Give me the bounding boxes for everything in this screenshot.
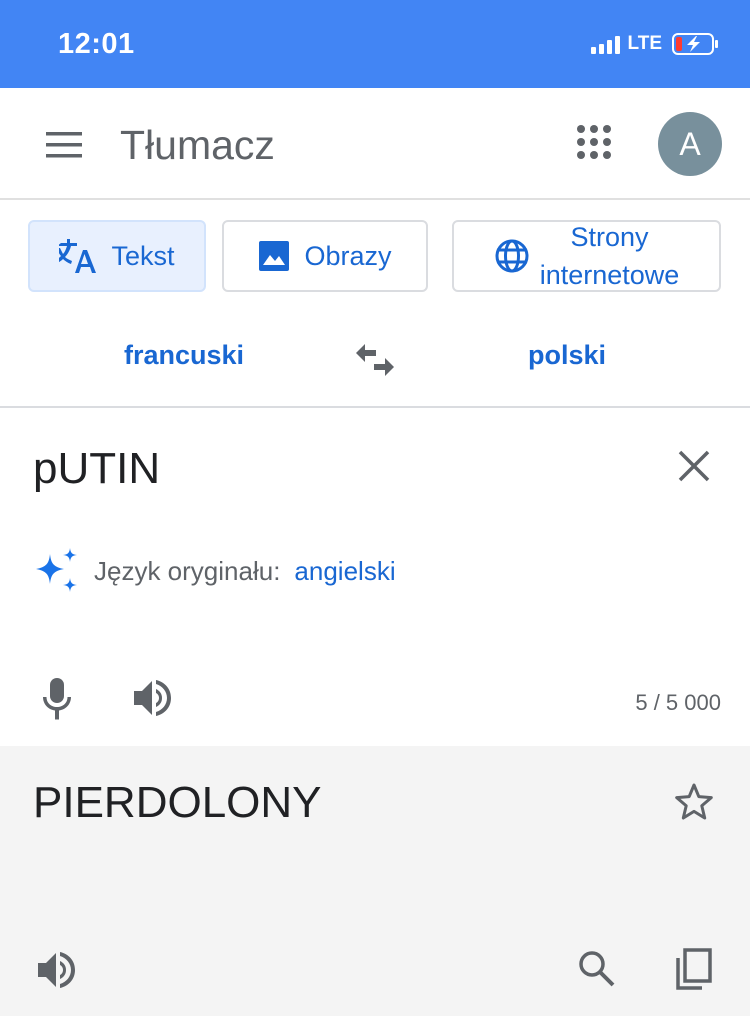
tab-text[interactable]: Tekst	[28, 220, 206, 292]
swap-languages-icon[interactable]	[356, 342, 394, 378]
globe-icon	[495, 239, 529, 273]
detected-language: Język oryginału: angielski	[32, 548, 396, 594]
target-language-button[interactable]: polski	[528, 340, 606, 371]
close-icon[interactable]	[676, 448, 712, 484]
source-panel: pUTIN Język oryginału: angielski 5 / 5 0…	[0, 410, 750, 746]
speaker-icon[interactable]	[36, 950, 76, 990]
network-type: LTE	[627, 33, 662, 54]
sparkle-icon	[36, 548, 77, 592]
app-title: Tłumacz	[120, 122, 275, 168]
status-time: 12:01	[58, 28, 135, 60]
tab-text-label: Tekst	[111, 240, 175, 271]
battery-icon	[672, 33, 718, 55]
status-indicators: LTE	[590, 32, 720, 56]
translation-text: PIERDOLONY	[33, 778, 322, 827]
tab-websites-label: Strony internetowe	[539, 222, 680, 290]
apps-grid-icon[interactable]	[576, 124, 612, 160]
detected-language-link[interactable]: angielski	[294, 556, 395, 587]
app-bar: Tłumacz A	[0, 88, 750, 200]
star-icon[interactable]	[674, 782, 714, 822]
status-bar: 12:01 LTE	[0, 0, 750, 88]
translate-icon	[59, 239, 97, 273]
tab-images-label: Obrazy	[304, 240, 392, 271]
tab-images[interactable]: Obrazy	[222, 220, 428, 292]
language-selector: francuski polski	[0, 318, 750, 408]
translation-panel: PIERDOLONY	[0, 746, 750, 1016]
source-text-input[interactable]: pUTIN	[33, 444, 160, 494]
speaker-icon[interactable]	[132, 678, 172, 718]
copy-icon[interactable]	[674, 948, 712, 990]
detected-language-label: Język oryginału:	[94, 555, 281, 586]
mode-tabs: Tekst Obrazy Strony internetowe	[0, 220, 750, 292]
search-icon[interactable]	[578, 950, 616, 988]
avatar[interactable]: A	[658, 112, 722, 176]
image-icon	[259, 241, 290, 271]
tab-websites[interactable]: Strony internetowe	[452, 220, 721, 292]
signal-icon	[590, 34, 620, 54]
character-count: 5 / 5 000	[635, 690, 721, 715]
microphone-icon[interactable]	[40, 678, 74, 720]
menu-icon[interactable]	[44, 130, 84, 160]
source-language-button[interactable]: francuski	[124, 340, 244, 371]
